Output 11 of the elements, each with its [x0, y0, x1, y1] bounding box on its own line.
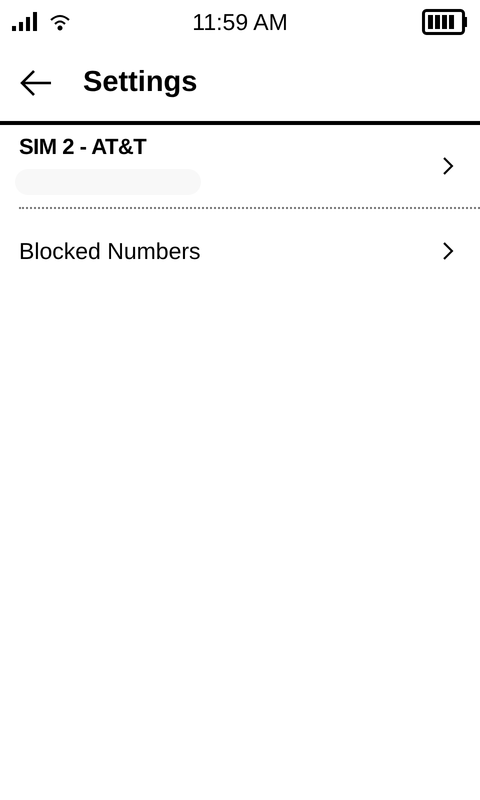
- battery-icon: [422, 8, 468, 36]
- chevron-right-icon: [442, 156, 454, 176]
- status-time: 11:59 AM: [192, 8, 288, 37]
- signal-icon: [12, 12, 38, 32]
- chevron-right-icon: [442, 241, 454, 261]
- page-title: Settings: [83, 64, 198, 100]
- back-button[interactable]: [19, 68, 53, 96]
- back-arrow-icon: [19, 68, 53, 96]
- settings-item[interactable]: Blocked Numbers: [19, 207, 480, 295]
- settings-item[interactable]: SIM 2 - AT&T: [19, 125, 480, 209]
- wifi-icon: [49, 13, 71, 31]
